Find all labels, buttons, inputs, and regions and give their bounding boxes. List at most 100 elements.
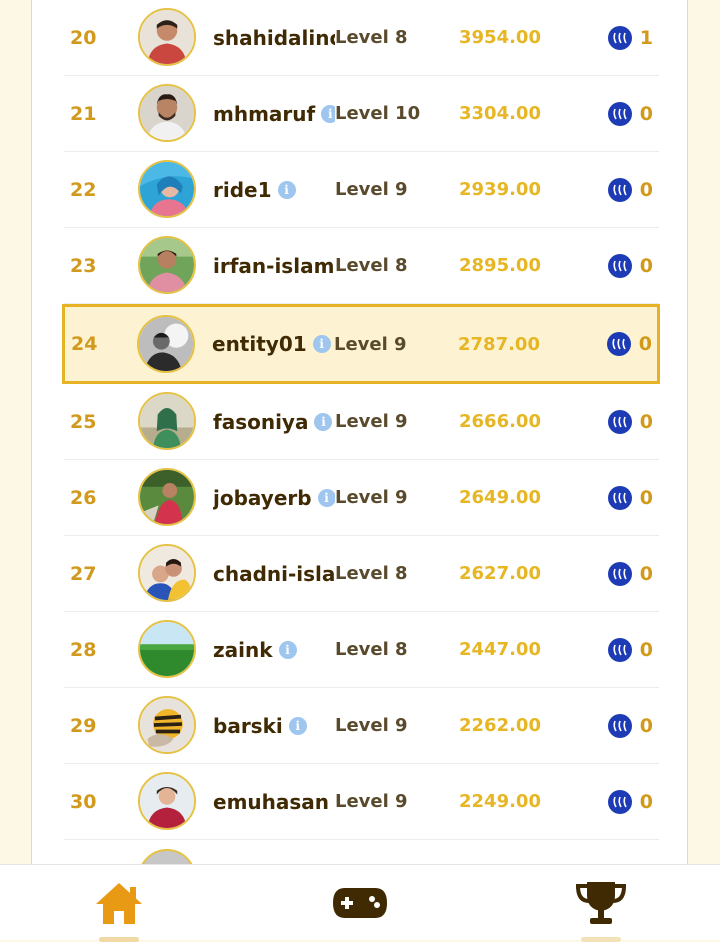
steem-coin-icon [607, 789, 632, 814]
nav-games[interactable] [290, 865, 430, 940]
reward-amount: 0 [639, 254, 653, 277]
info-icon[interactable]: i [317, 488, 336, 507]
user-avatar[interactable] [138, 696, 196, 754]
rank-number: 25 [70, 410, 97, 433]
username[interactable]: jobayerb i [213, 460, 336, 535]
bottom-navigation [0, 864, 720, 942]
rank-number: 24 [71, 333, 98, 355]
reward-amount: 0 [639, 714, 653, 737]
reward-amount: 0 [639, 562, 653, 585]
username[interactable]: mhmaruf i [213, 76, 336, 151]
username[interactable]: irfan-islam [213, 228, 336, 303]
user-level: Level 9 [335, 460, 414, 535]
trophy-icon [575, 881, 627, 924]
username[interactable]: ride1 i [213, 152, 336, 227]
user-level: Level 8 [335, 612, 414, 687]
username[interactable]: emuhasan [213, 764, 336, 839]
reward: 0 [607, 76, 653, 151]
points-value: 2249.00 [459, 791, 541, 812]
steem-coin-icon [607, 101, 632, 126]
leaderboard-row[interactable]: 20 shahidalinc 3954.00 Level 8 1 [64, 0, 659, 76]
reward: 0 [607, 688, 653, 763]
rank-number: 28 [70, 638, 97, 661]
info-icon[interactable]: i [288, 716, 307, 735]
rank-number: 30 [70, 790, 97, 813]
username[interactable]: entity01 i [212, 307, 335, 381]
user-avatar[interactable] [138, 772, 196, 830]
active-indicator [99, 937, 139, 942]
leaderboard-row[interactable]: 27 chadni-isla 2627.00 Level 8 0 [64, 536, 659, 612]
steem-coin-icon [607, 253, 632, 278]
steem-coin-icon [607, 25, 632, 50]
rank-number: 27 [70, 562, 97, 585]
nav-home[interactable] [49, 865, 189, 942]
user-avatar[interactable] [138, 84, 196, 142]
user-avatar[interactable] [138, 544, 196, 602]
user-level: Level 10 [335, 76, 427, 151]
user-avatar[interactable] [138, 468, 196, 526]
info-icon[interactable]: i [277, 180, 296, 199]
reward: 0 [607, 228, 653, 303]
nav-indicator [581, 937, 621, 942]
points-value: 2262.00 [459, 715, 541, 736]
reward-amount: 0 [639, 638, 653, 661]
leaderboard-row[interactable]: 21 mhmaruf i 3304.00 Level 10 0 [64, 76, 659, 152]
reward: 0 [607, 536, 653, 611]
info-icon[interactable]: i [321, 104, 336, 123]
rank-number: 29 [70, 714, 97, 737]
leaderboard-row[interactable]: 26 jobayerb i 2649.00 Level 9 0 [64, 460, 659, 536]
reward-amount: 0 [639, 178, 653, 201]
reward: 0 [607, 612, 653, 687]
reward: 0 [607, 460, 653, 535]
username[interactable]: shahidalinc [213, 0, 336, 75]
username[interactable]: zaink i [213, 612, 336, 687]
leaderboard-row[interactable]: 28 zaink i 2447.00 Level 8 0 [64, 612, 659, 688]
username[interactable]: chadni-isla [213, 536, 336, 611]
rank-number: 22 [70, 178, 97, 201]
user-avatar[interactable] [137, 315, 195, 373]
leaderboard-row[interactable]: 23 irfan-islam 2895.00 Level 8 0 [64, 228, 659, 304]
reward-amount: 0 [638, 333, 652, 355]
reward-amount: 0 [639, 410, 653, 433]
reward: 1 [607, 0, 653, 75]
username[interactable]: fasoniya i [213, 384, 336, 459]
user-level: Level 9 [334, 307, 413, 381]
steem-coin-icon [607, 485, 632, 510]
reward-amount: 0 [639, 102, 653, 125]
user-avatar[interactable] [138, 620, 196, 678]
leaderboard-panel: 20 shahidalinc 3954.00 Level 8 1 21 mhma… [31, 0, 688, 878]
user-level: Level 8 [335, 0, 414, 75]
info-icon[interactable]: i [312, 335, 331, 353]
steem-coin-icon [607, 561, 632, 586]
leaderboard-row[interactable]: 22 ride1 i 2939.00 Level 9 0 [64, 152, 659, 228]
user-avatar[interactable] [138, 236, 196, 294]
steem-coin-icon [607, 713, 632, 738]
points-value: 2649.00 [459, 487, 541, 508]
points-value: 2627.00 [459, 563, 541, 584]
gamepad-icon [333, 887, 387, 918]
user-level: Level 9 [335, 764, 414, 839]
info-icon[interactable]: i [314, 412, 333, 431]
nav-leaderboard[interactable] [531, 865, 671, 942]
user-avatar[interactable] [138, 8, 196, 66]
points-value: 2447.00 [459, 639, 541, 660]
username[interactable]: barski i [213, 688, 336, 763]
leaderboard-row[interactable]: 25 fasoniya i 2666.00 Level 9 0 [64, 384, 659, 460]
leaderboard-row[interactable]: 29 barski i 2262.00 Level 9 0 [64, 688, 659, 764]
info-icon[interactable]: i [278, 640, 297, 659]
user-avatar[interactable] [138, 392, 196, 450]
rank-number: 23 [70, 254, 97, 277]
points-value: 2895.00 [459, 255, 541, 276]
home-icon [96, 882, 142, 924]
user-level: Level 9 [335, 384, 414, 459]
steem-coin-icon [607, 637, 632, 662]
leaderboard-row-current-user[interactable]: 24 entity01 i 2787.00 Level 9 0 [62, 304, 660, 384]
user-avatar[interactable] [138, 160, 196, 218]
user-level: Level 8 [335, 536, 414, 611]
user-level: Level 9 [335, 152, 414, 227]
reward-amount: 0 [639, 486, 653, 509]
leaderboard-row[interactable]: 30 emuhasan 2249.00 Level 9 0 [64, 764, 659, 840]
reward-amount: 1 [639, 26, 653, 49]
points-value: 3304.00 [459, 103, 541, 124]
reward: 0 [607, 152, 653, 227]
